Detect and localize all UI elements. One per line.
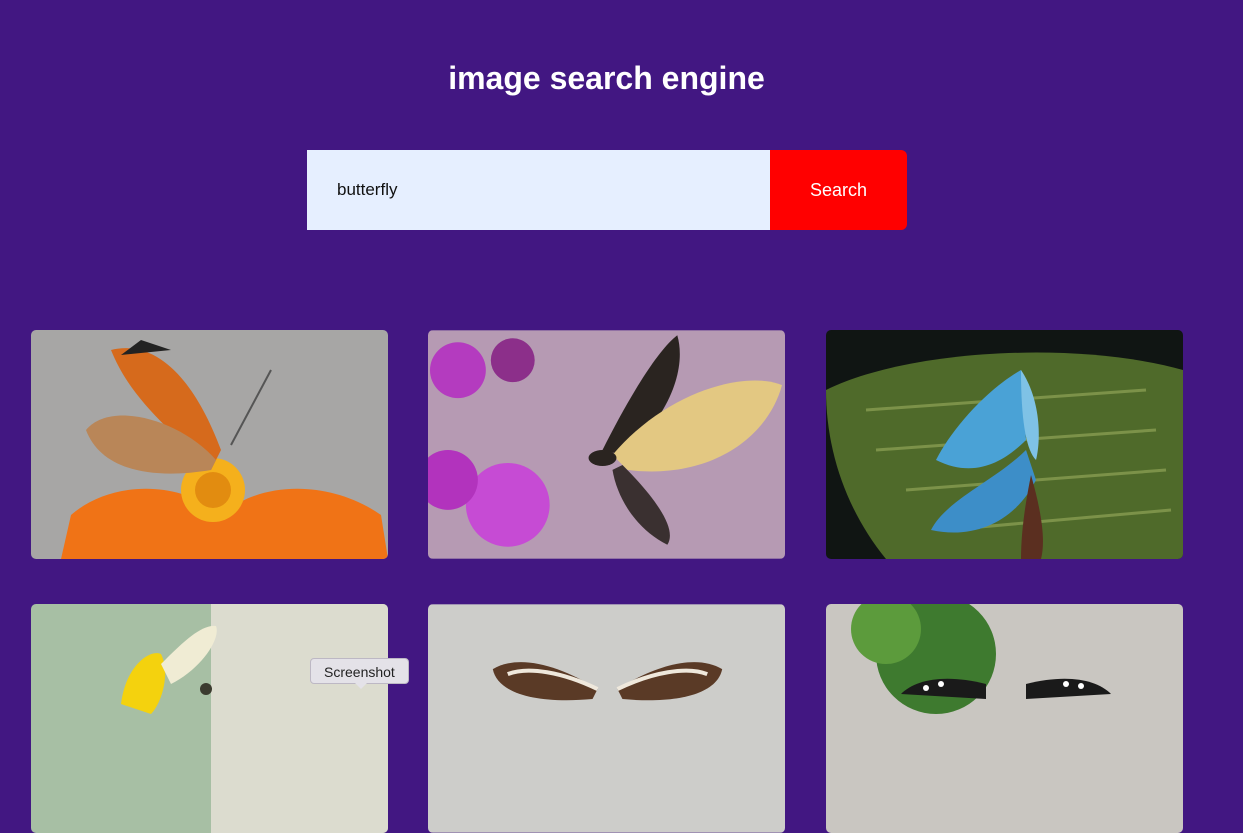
- image-result-2[interactable]: [428, 330, 785, 559]
- image-result-6[interactable]: [826, 604, 1183, 833]
- butterfly-image: [428, 330, 785, 559]
- butterfly-image: [826, 604, 1183, 833]
- image-result-4[interactable]: [31, 604, 388, 833]
- search-button[interactable]: Search: [770, 150, 907, 230]
- image-result-3[interactable]: [826, 330, 1183, 559]
- screenshot-tooltip: Screenshot: [310, 658, 409, 689]
- butterfly-image: [31, 330, 388, 559]
- search-form: Search: [307, 150, 907, 230]
- image-result-5[interactable]: [428, 604, 785, 833]
- butterfly-image: [31, 604, 388, 833]
- image-result-1[interactable]: [31, 330, 388, 559]
- butterfly-image: [428, 604, 785, 833]
- butterfly-image: [826, 330, 1183, 559]
- page-title: image search engine: [448, 60, 765, 96]
- search-input[interactable]: [307, 150, 770, 230]
